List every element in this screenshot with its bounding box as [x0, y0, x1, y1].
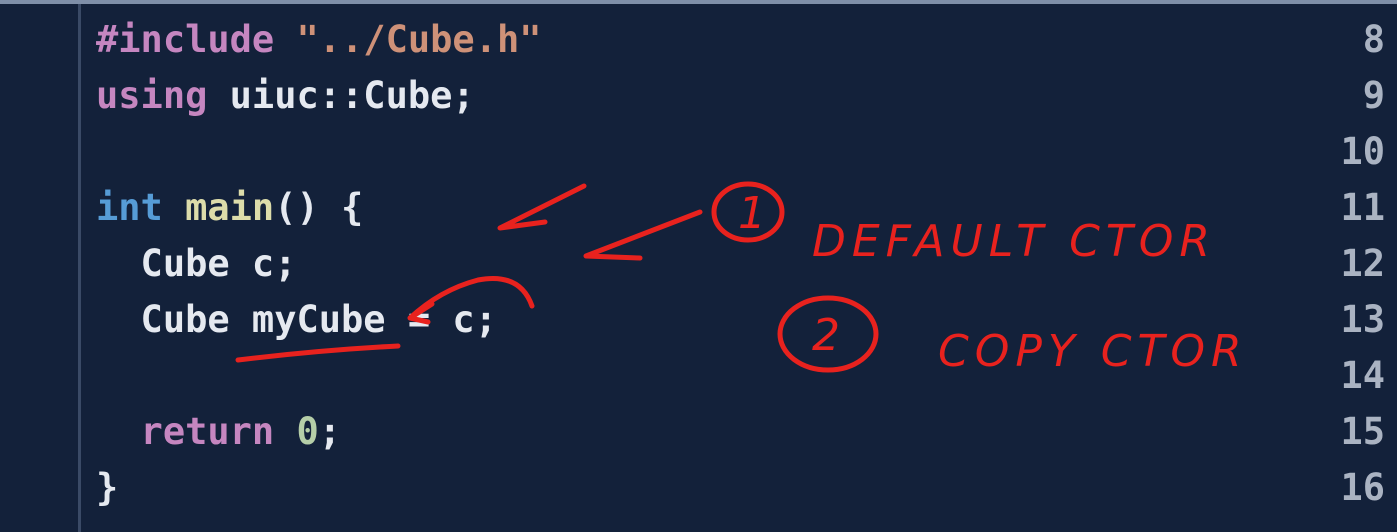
code-token: uiuc::Cube; [229, 74, 475, 117]
code-line[interactable]: int main() { [96, 180, 363, 236]
annotation-circle-2 [777, 295, 879, 373]
code-token: Cube c; [96, 242, 297, 285]
line-number: 8 [1362, 18, 1385, 61]
line-number: 16 [1340, 466, 1385, 509]
code-editor: 8 9 10 11 12 13 14 15 16 #include "../Cu… [0, 0, 1397, 532]
line-number: 13 [1340, 298, 1385, 341]
code-token: int [96, 186, 186, 229]
code-line[interactable]: Cube c; [96, 236, 297, 292]
gutter-divider [78, 4, 81, 532]
code-line[interactable]: using uiuc::Cube; [96, 68, 475, 124]
annotation-arrow [497, 183, 587, 231]
code-token: return [96, 410, 297, 453]
code-line[interactable]: return 0; [96, 404, 342, 460]
code-token: using [96, 74, 230, 117]
code-token: Cube myCube = c; [96, 298, 497, 341]
annotation-arrow [583, 209, 703, 261]
code-token: ; [318, 410, 342, 453]
line-number: 15 [1340, 410, 1385, 453]
annotation-note-copy-ctor: COPY CTOR [938, 326, 1248, 377]
line-number: 11 [1340, 186, 1385, 229]
code-line[interactable]: } [96, 460, 118, 516]
code-token: } [96, 466, 119, 509]
line-number: 10 [1340, 130, 1385, 173]
annotation-note-default-ctor: DEFAULT CTOR [812, 216, 1216, 267]
annotation-circle-2-label: 2 [812, 310, 846, 361]
line-number: 14 [1340, 354, 1385, 397]
code-token: () { [274, 186, 364, 229]
line-number: 9 [1362, 74, 1385, 117]
line-number: 12 [1340, 242, 1385, 285]
annotation-underline [235, 343, 401, 363]
code-token: "../Cube.h" [296, 18, 542, 61]
annotation-circle-1 [711, 181, 785, 243]
line-number-gutter [0, 4, 78, 532]
code-line[interactable]: #include "../Cube.h" [96, 12, 542, 68]
code-token: #include [96, 18, 297, 61]
annotation-circle-1-label: 1 [738, 188, 772, 239]
top-border [0, 0, 1397, 4]
code-token: main [185, 186, 275, 229]
code-token: 0 [296, 410, 319, 453]
code-line[interactable]: Cube myCube = c; [96, 292, 497, 348]
